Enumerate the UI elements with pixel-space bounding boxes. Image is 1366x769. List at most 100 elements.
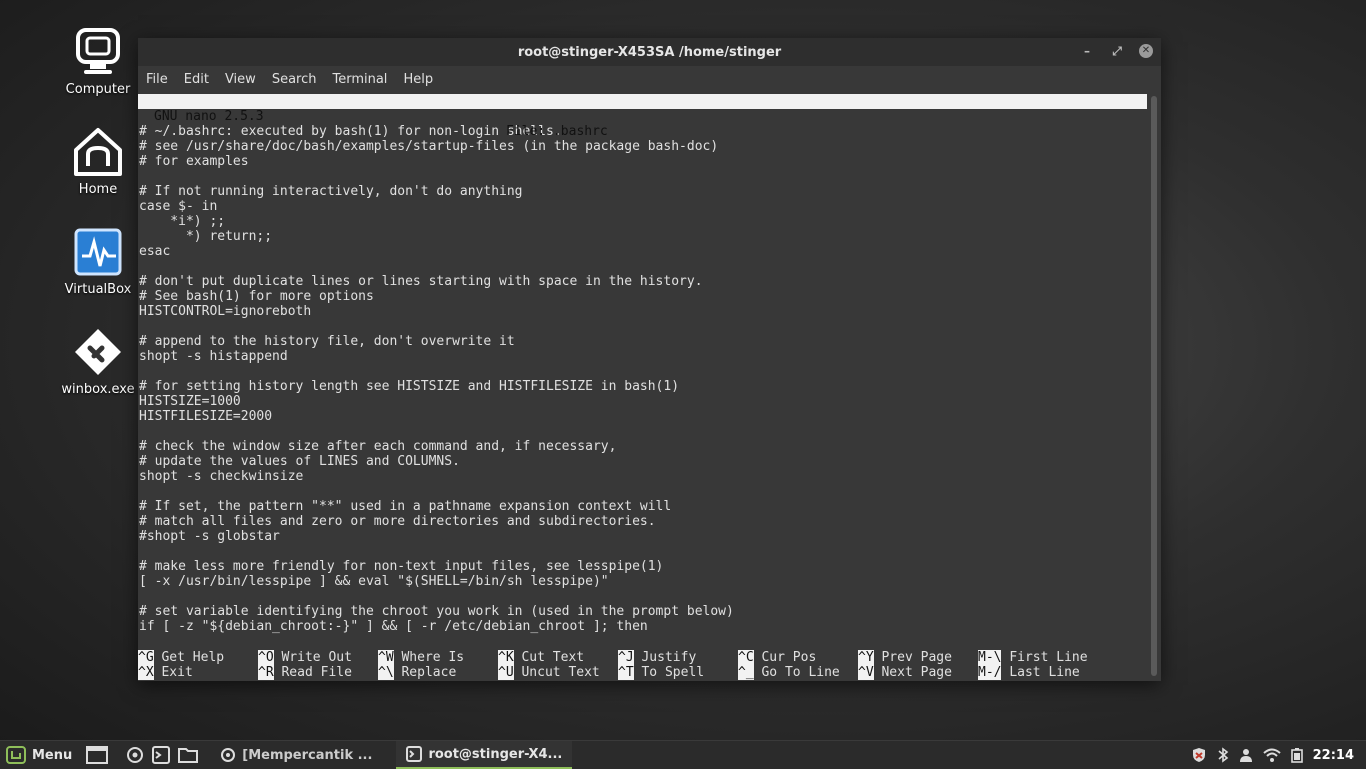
nano-shortcut[interactable]: ^\ Replace bbox=[378, 665, 456, 680]
nano-shortcut[interactable]: ^O Write Out bbox=[258, 650, 352, 665]
editor-line[interactable] bbox=[138, 169, 1147, 184]
editor-line[interactable]: # make less more friendly for non-text i… bbox=[138, 559, 1147, 574]
menubar: File Edit View Search Terminal Help bbox=[138, 66, 1161, 92]
desktop-icon-winbox[interactable]: winbox.exe bbox=[60, 326, 136, 397]
editor-line[interactable] bbox=[138, 424, 1147, 439]
shortcut-label: Last Line bbox=[1009, 665, 1080, 680]
editor-line[interactable]: shopt -s checkwinsize bbox=[138, 469, 1147, 484]
editor-line[interactable]: # See bash(1) for more options bbox=[138, 289, 1147, 304]
editor-line[interactable] bbox=[138, 319, 1147, 334]
scrollbar[interactable] bbox=[1151, 96, 1157, 676]
shortcut-label: Where Is bbox=[401, 650, 465, 665]
editor-line[interactable]: shopt -s histappend bbox=[138, 349, 1147, 364]
wifi-icon[interactable] bbox=[1262, 747, 1281, 763]
nano-shortcut[interactable]: ^G Get Help bbox=[138, 650, 224, 665]
shortcut-key: ^T bbox=[618, 665, 634, 680]
editor-line[interactable]: *) return;; bbox=[138, 229, 1147, 244]
shortcut-key: ^U bbox=[498, 665, 514, 680]
menu-search[interactable]: Search bbox=[272, 72, 325, 87]
editor-line[interactable]: HISTSIZE=1000 bbox=[138, 394, 1147, 409]
desktop-icon-virtualbox[interactable]: VirtualBox bbox=[60, 226, 136, 297]
editor-line[interactable]: # don't put duplicate lines or lines sta… bbox=[138, 274, 1147, 289]
battery-icon[interactable] bbox=[1290, 747, 1303, 763]
editor-line[interactable]: # check the window size after each comma… bbox=[138, 439, 1147, 454]
editor-line[interactable]: *i*) ;; bbox=[138, 214, 1147, 229]
shortcut-key: ^R bbox=[258, 665, 274, 680]
shortcut-label: Get Help bbox=[161, 650, 225, 665]
menu-terminal[interactable]: Terminal bbox=[332, 72, 395, 87]
virtualbox-icon bbox=[72, 226, 124, 278]
maximize-icon[interactable]: ⤢ bbox=[1109, 43, 1125, 59]
task-browser[interactable]: [Mempercantik ... bbox=[210, 741, 382, 769]
editor-line[interactable]: esac bbox=[138, 244, 1147, 259]
nano-shortcut[interactable]: ^X Exit bbox=[138, 665, 193, 680]
desktop-icon-label: VirtualBox bbox=[64, 282, 132, 297]
editor-line[interactable] bbox=[138, 364, 1147, 379]
desktop-icon-label: winbox.exe bbox=[61, 382, 135, 397]
menu-file[interactable]: File bbox=[146, 72, 176, 87]
nano-shortcut[interactable]: ^V Next Page bbox=[858, 665, 952, 680]
nano-shortcut[interactable]: ^C Cur Pos bbox=[738, 650, 816, 665]
terminal-area[interactable]: GNU nano 2.5.3 File: .bashrc # ~/.bashrc… bbox=[138, 94, 1147, 680]
editor-line[interactable]: [ -x /usr/bin/lesspipe ] && eval "$(SHEL… bbox=[138, 574, 1147, 589]
computer-icon bbox=[72, 26, 124, 78]
launcher-terminal[interactable] bbox=[148, 741, 174, 769]
nano-shortcut[interactable]: ^K Cut Text bbox=[498, 650, 584, 665]
editor-line[interactable]: # see /usr/share/doc/bash/examples/start… bbox=[138, 139, 1147, 154]
shortcut-key: M-/ bbox=[978, 665, 1002, 680]
editor-line[interactable]: # If not running interactively, don't do… bbox=[138, 184, 1147, 199]
user-icon[interactable] bbox=[1239, 747, 1253, 763]
nano-shortcut[interactable]: ^Y Prev Page bbox=[858, 650, 952, 665]
menu-button[interactable]: Menu bbox=[0, 741, 80, 769]
nano-shortcut[interactable]: ^J Justify bbox=[618, 650, 696, 665]
editor-line[interactable]: HISTFILESIZE=2000 bbox=[138, 409, 1147, 424]
editor-line[interactable]: # append to the history file, don't over… bbox=[138, 334, 1147, 349]
shortcut-key: ^W bbox=[378, 650, 394, 665]
terminal-window[interactable]: root@stinger-X453SA /home/stinger – ⤢ ✕ … bbox=[138, 38, 1161, 681]
editor-line[interactable]: HISTCONTROL=ignoreboth bbox=[138, 304, 1147, 319]
editor-line[interactable]: # set variable identifying the chroot yo… bbox=[138, 604, 1147, 619]
menu-view[interactable]: View bbox=[225, 72, 264, 87]
editor-line[interactable]: # update the values of LINES and COLUMNS… bbox=[138, 454, 1147, 469]
menu-help[interactable]: Help bbox=[403, 72, 441, 87]
bluetooth-icon[interactable] bbox=[1217, 747, 1229, 763]
menu-edit[interactable]: Edit bbox=[184, 72, 217, 87]
editor-line[interactable]: case $- in bbox=[138, 199, 1147, 214]
minimize-icon[interactable]: – bbox=[1079, 43, 1095, 59]
close-icon[interactable]: ✕ bbox=[1139, 44, 1153, 58]
editor-line[interactable]: # If set, the pattern "**" used in a pat… bbox=[138, 499, 1147, 514]
editor-line[interactable]: # for examples bbox=[138, 154, 1147, 169]
editor-line[interactable]: if [ -z "${debian_chroot:-}" ] && [ -r /… bbox=[138, 619, 1147, 634]
editor-line[interactable]: # match all files and zero or more direc… bbox=[138, 514, 1147, 529]
editor-line[interactable] bbox=[138, 544, 1147, 559]
nano-shortcut[interactable]: ^R Read File bbox=[258, 665, 352, 680]
system-tray: 22:14 bbox=[1191, 741, 1366, 769]
nano-shortcut[interactable]: ^T To Spell bbox=[618, 665, 704, 680]
folder-icon bbox=[178, 748, 199, 763]
desktop-icon-home[interactable]: Home bbox=[60, 126, 136, 197]
editor-line[interactable] bbox=[138, 259, 1147, 274]
shortcut-key: M-\ bbox=[978, 650, 1002, 665]
editor-line[interactable]: # ~/.bashrc: executed by bash(1) for non… bbox=[138, 124, 1147, 139]
task-terminal[interactable]: root@stinger-X4... bbox=[396, 741, 573, 769]
nano-shortcut[interactable]: ^W Where Is bbox=[378, 650, 464, 665]
editor-line[interactable] bbox=[138, 589, 1147, 604]
shortcut-key: ^O bbox=[258, 650, 274, 665]
nano-shortcut[interactable]: ^_ Go To Line bbox=[738, 665, 840, 680]
editor-line[interactable] bbox=[138, 484, 1147, 499]
clock[interactable]: 22:14 bbox=[1313, 748, 1354, 763]
nano-shortcut[interactable]: ^U Uncut Text bbox=[498, 665, 600, 680]
shield-icon[interactable] bbox=[1191, 747, 1207, 763]
desktop-icon-computer[interactable]: Computer bbox=[60, 26, 136, 97]
nano-shortcut[interactable]: M-/ Last Line bbox=[978, 665, 1080, 680]
settings-icon bbox=[127, 747, 144, 763]
nano-shortcut[interactable]: M-\ First Line bbox=[978, 650, 1088, 665]
launcher-files[interactable] bbox=[174, 741, 210, 769]
editor-line[interactable]: # for setting history length see HISTSIZ… bbox=[138, 379, 1147, 394]
editor-line[interactable]: #shopt -s globstar bbox=[138, 529, 1147, 544]
launcher-settings[interactable] bbox=[114, 741, 148, 769]
shortcut-label: Replace bbox=[401, 665, 457, 680]
editor-content[interactable]: # ~/.bashrc: executed by bash(1) for non… bbox=[138, 124, 1147, 634]
window-titlebar[interactable]: root@stinger-X453SA /home/stinger – ⤢ ✕ bbox=[138, 38, 1161, 66]
show-desktop-button[interactable] bbox=[80, 741, 114, 769]
